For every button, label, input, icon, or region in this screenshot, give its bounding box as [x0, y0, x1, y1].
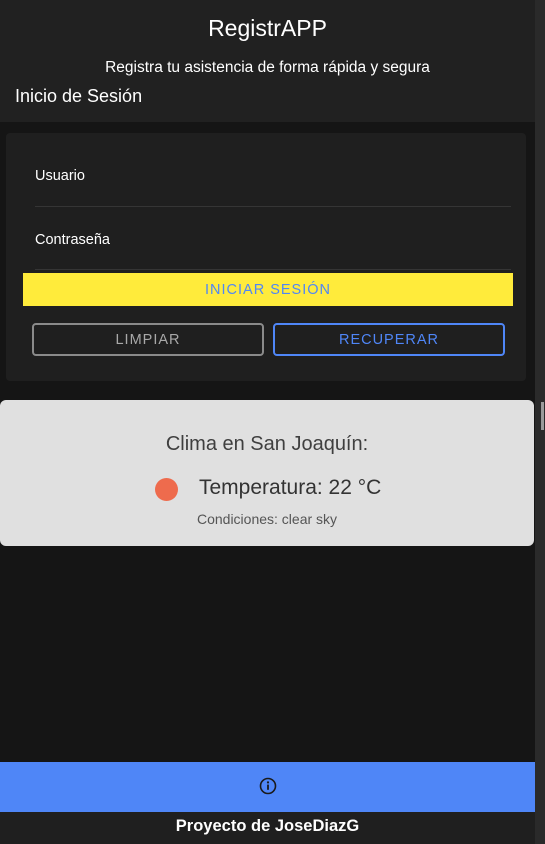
- weather-title: Clima en San Joaquín:: [165, 433, 369, 455]
- section-title: Inicio de Sesión: [15, 86, 143, 106]
- password-input[interactable]: [125, 222, 509, 258]
- app-subtitle: Registra tu asistencia de forma rápida y…: [105, 59, 430, 76]
- weather-card: Clima en San Joaquín: Temperatura: 22 °C…: [0, 400, 534, 546]
- scrollbar-thumb[interactable]: [541, 402, 544, 430]
- app-page: RegistrAPP Registra tu asistencia de for…: [0, 0, 545, 844]
- temperature-text: Temperatura: 22 °C: [199, 476, 382, 499]
- login-button[interactable]: INICIAR SESIÓN: [23, 273, 513, 306]
- password-field[interactable]: Contraseña: [35, 208, 511, 270]
- info-icon[interactable]: [259, 777, 277, 795]
- username-input[interactable]: [125, 159, 509, 195]
- clear-button[interactable]: LIMPIAR: [32, 323, 264, 356]
- footer-text: Proyecto de JoseDiazG: [175, 817, 360, 835]
- footer-info-bar[interactable]: [0, 762, 535, 812]
- password-label: Contraseña: [35, 232, 110, 248]
- weather-conditions: Condiciones: clear sky: [196, 511, 338, 527]
- footer: Proyecto de JoseDiazG: [0, 812, 535, 844]
- app-title: RegistrAPP: [208, 15, 327, 41]
- temperature-row: Temperatura: 22 °C: [0, 476, 534, 504]
- recover-button[interactable]: RECUPERAR: [273, 323, 505, 356]
- temperature-indicator-icon: [155, 478, 178, 501]
- username-label: Usuario: [35, 168, 85, 184]
- username-field[interactable]: Usuario: [35, 145, 511, 207]
- app-header: RegistrAPP Registra tu asistencia de for…: [0, 0, 535, 122]
- login-card: Usuario Contraseña INICIAR SESIÓN LIMPIA…: [6, 133, 526, 381]
